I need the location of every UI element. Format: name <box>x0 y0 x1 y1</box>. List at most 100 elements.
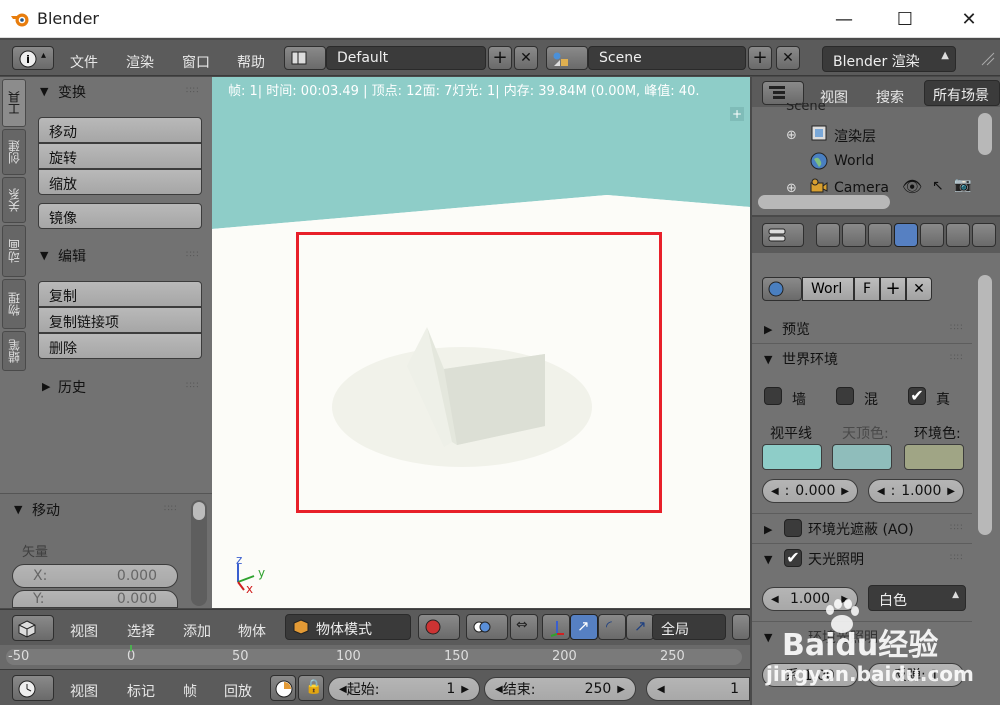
rotate-manipulator-button[interactable]: ◜ <box>598 614 626 640</box>
expand-triangle-icon[interactable]: ▶ <box>764 523 772 536</box>
horizon-color-swatch[interactable] <box>762 444 822 470</box>
operator-scrollbar[interactable] <box>191 500 207 606</box>
view-menu-add[interactable]: 添加 <box>183 621 211 641</box>
outliner-filter-dropdown[interactable]: 所有场景 <box>924 80 1000 106</box>
render-tab-icon[interactable] <box>816 223 840 247</box>
maximize-button[interactable]: ☐ <box>876 0 934 38</box>
resize-corner-icon[interactable] <box>980 52 996 66</box>
range-field[interactable]: ◀ : 1.000 ▶ <box>868 479 964 503</box>
layers-button[interactable] <box>732 614 750 640</box>
timeline-menu-frame[interactable]: 帧 <box>183 681 197 701</box>
tab-create[interactable]: 创建 <box>2 129 26 175</box>
operator-title[interactable]: 移动 <box>32 500 60 520</box>
outliner-scene-item[interactable]: Scene <box>786 103 826 113</box>
collapse-triangle-icon[interactable]: ▼ <box>14 503 22 516</box>
new-world-button[interactable]: + <box>880 277 906 301</box>
tab-relations[interactable]: 关系 <box>2 177 26 223</box>
panel-grip-icon[interactable]: ∷∷ <box>186 381 199 391</box>
current-frame-marker[interactable] <box>130 645 132 651</box>
menu-file[interactable]: 文件 <box>70 52 98 72</box>
duplicate-button[interactable]: 复制 <box>38 281 202 307</box>
world-tab-icon[interactable] <box>894 223 918 247</box>
screen-layout-field[interactable]: Default <box>326 46 486 70</box>
remove-scene-button[interactable]: ✕ <box>776 46 800 70</box>
tab-grease-pencil[interactable]: 蜡笔 <box>2 331 26 371</box>
timeline-menu-view[interactable]: 视图 <box>70 681 98 701</box>
panel-title-transform[interactable]: 变换 <box>58 82 86 102</box>
tab-animation[interactable]: 动画 <box>2 225 26 277</box>
outliner-vscrollbar[interactable] <box>978 113 992 155</box>
ambient-color-swatch[interactable] <box>904 444 964 470</box>
panel-grip-icon[interactable]: ∷∷ <box>950 553 963 563</box>
view-menu-select[interactable]: 选择 <box>127 621 155 641</box>
constraints-tab-icon[interactable] <box>946 223 970 247</box>
outliner-item-world[interactable]: World <box>834 153 874 169</box>
exposure-field[interactable]: ◀ : 0.000 ▶ <box>762 479 858 503</box>
panel-title-preview[interactable]: 预览 <box>782 319 810 339</box>
frame-start-field[interactable]: ◀ 起始: 1 ▶ <box>328 677 480 701</box>
delete-button[interactable]: 删除 <box>38 333 202 359</box>
screen-layout-icon-button[interactable] <box>284 46 326 70</box>
ao-checkbox[interactable] <box>784 519 802 537</box>
world-browse-button[interactable] <box>762 277 802 301</box>
expand-plus-icon[interactable]: ⊕ <box>786 181 797 196</box>
outliner-item-render-layers[interactable]: 渲染层 <box>834 126 876 146</box>
scale-button[interactable]: 缩放 <box>38 169 202 195</box>
render-engine-dropdown[interactable]: Blender 渲染 ▲ <box>822 46 956 72</box>
close-button[interactable]: ✕ <box>940 0 998 38</box>
mirror-button[interactable]: 镜像 <box>38 203 202 229</box>
3d-viewport[interactable]: 帧: 1| 时间: 00:03.49 | 顶点: 12面: 7灯光: 1| 内存… <box>212 77 750 608</box>
collapse-triangle-icon[interactable]: ▼ <box>764 553 772 566</box>
expand-triangle-icon[interactable]: ▶ <box>42 380 50 393</box>
menu-help[interactable]: 帮助 <box>237 52 265 72</box>
collapse-triangle-icon[interactable]: ▼ <box>40 85 48 98</box>
menu-render[interactable]: 渲染 <box>126 52 154 72</box>
current-frame-field[interactable]: ◀ 1 <box>646 677 750 701</box>
scale-manipulator-button[interactable]: ↗ <box>626 614 654 640</box>
properties-scrollbar[interactable] <box>978 275 992 535</box>
real-sky-checkbox[interactable]: ✔ <box>908 387 926 405</box>
panel-grip-icon[interactable]: ∷∷ <box>950 523 963 533</box>
transform-orientation-dropdown[interactable]: 全局 <box>652 614 726 640</box>
vector-x-field[interactable]: X: 0.000 <box>12 564 178 588</box>
manipulator-toggle-button[interactable]: ⇔ <box>510 614 538 640</box>
translate-manipulator-button[interactable] <box>542 614 570 640</box>
remove-layout-button[interactable]: ✕ <box>514 46 538 70</box>
paper-sky-checkbox[interactable] <box>764 387 782 405</box>
fake-user-button[interactable]: F <box>854 277 880 301</box>
panel-title-history[interactable]: 历史 <box>58 377 86 397</box>
translate-button[interactable]: 移动 <box>38 117 202 143</box>
panel-title-ao[interactable]: 环境光遮蔽 (AO) <box>808 519 914 539</box>
collapse-triangle-icon[interactable]: ▼ <box>40 249 48 262</box>
panel-grip-icon[interactable]: ∷∷ <box>950 353 963 363</box>
timeline-editor-type-button[interactable] <box>12 675 54 701</box>
scene-tab-icon[interactable] <box>868 223 892 247</box>
panel-title-edit[interactable]: 编辑 <box>58 246 86 266</box>
panel-grip-icon[interactable]: ∷∷ <box>186 250 199 260</box>
env-lighting-checkbox[interactable]: ✔ <box>784 549 802 567</box>
vector-y-field[interactable]: Y: 0.000 <box>12 590 178 608</box>
render-layers-tab-icon[interactable] <box>842 223 866 247</box>
menu-window[interactable]: 窗口 <box>182 52 210 72</box>
collapse-triangle-icon[interactable]: ▼ <box>764 353 772 366</box>
panel-title-env-lighting[interactable]: 天光照明 <box>808 549 864 569</box>
panel-grip-icon[interactable]: ∷∷ <box>186 86 199 96</box>
modifiers-tab-icon[interactable] <box>972 223 996 247</box>
object-tab-icon[interactable] <box>920 223 944 247</box>
timeline-menu-marker[interactable]: 标记 <box>127 681 155 701</box>
minimize-button[interactable]: — <box>815 0 873 38</box>
properties-editor-type-button[interactable] <box>762 223 804 247</box>
pivot-point-button[interactable] <box>466 614 508 640</box>
expand-plus-icon[interactable]: ⊕ <box>786 128 797 143</box>
panel-grip-icon[interactable]: ∷∷ <box>164 504 177 514</box>
3d-view-editor-type-button[interactable] <box>12 615 54 641</box>
view-menu-view[interactable]: 视图 <box>70 621 98 641</box>
world-name-field[interactable]: Worl <box>802 277 854 301</box>
outliner-hscrollbar[interactable] <box>758 195 890 209</box>
panel-title-world[interactable]: 世界环境 <box>782 349 838 369</box>
zenith-color-swatch[interactable] <box>832 444 892 470</box>
lock-range-button[interactable]: 🔒 <box>298 675 324 701</box>
selectable-cursor-icon[interactable]: ↖ <box>932 178 944 194</box>
viewport-plus-icon[interactable]: + <box>730 107 744 121</box>
outliner-editor-type-button[interactable] <box>762 81 804 105</box>
